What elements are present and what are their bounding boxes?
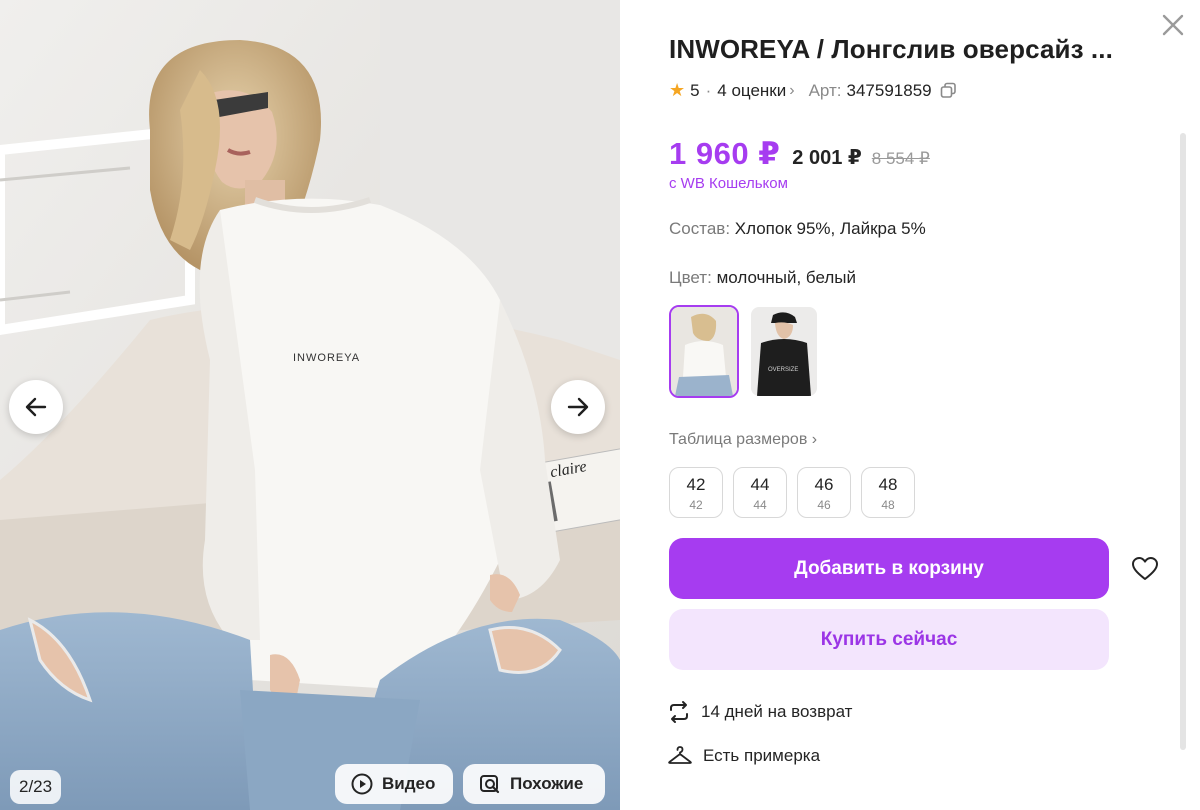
similar-search-icon (480, 775, 500, 794)
size-label: 44 (750, 475, 770, 494)
video-button[interactable]: Видео (335, 764, 453, 804)
play-icon (351, 773, 373, 795)
composition-row: Состав: Хлопок 95%, Лайкра 5% (669, 219, 926, 239)
swatch-black[interactable]: OVERSIZE (749, 305, 819, 398)
current-price: 2 001 ₽ (792, 147, 862, 169)
size-label: 48 (878, 475, 898, 494)
meta-separator: · (705, 80, 712, 100)
heart-icon[interactable] (1130, 554, 1160, 584)
wallet-price: 1 960 ₽ (669, 136, 781, 171)
hanger-icon (668, 746, 692, 764)
composition-label: Состав: (669, 219, 731, 238)
size-table-link[interactable]: Таблица размеров › (669, 431, 817, 449)
buy-now-button[interactable]: Купить сейчас (669, 609, 1109, 670)
article-label: Арт: (808, 80, 842, 100)
product-photo: Marie claire INWOREYA (0, 0, 620, 810)
reviews-link[interactable]: 4 оценки (717, 81, 786, 101)
fitting-info: Есть примерка (667, 744, 820, 768)
wallet-note[interactable]: с WB Кошельком (669, 175, 788, 192)
product-details-panel: INWOREYA / Лонгслив оверсайз ... ★ 5 · 4… (620, 0, 1200, 810)
chevron-right-icon: › (811, 431, 818, 448)
swatch-white[interactable] (669, 305, 739, 398)
similar-button-label: Похожие (510, 774, 584, 793)
size-alt-label: 42 (689, 498, 703, 512)
return-arrows-icon (670, 701, 688, 723)
product-quick-view-modal: Marie claire INWOREYA 2/23 Видео Похожие… (0, 0, 1200, 810)
swatch-print: OVERSIZE (768, 367, 798, 373)
size-label: 46 (814, 475, 834, 494)
composition-value: Хлопок 95%, Лайкра 5% (734, 219, 926, 238)
size-option[interactable]: 46 46 (797, 467, 851, 518)
old-price: 8 554 ₽ (871, 149, 930, 168)
size-alt-label: 44 (753, 498, 767, 512)
product-gallery[interactable]: Marie claire INWOREYA 2/23 Видео Похожие (0, 0, 620, 810)
size-option[interactable]: 42 42 (669, 467, 723, 518)
add-to-cart-button[interactable]: Добавить в корзину (669, 538, 1109, 599)
price-row: 1 960 ₽ 2 001 ₽ 8 554 ₽ (669, 136, 930, 172)
product-title[interactable]: INWOREYA / Лонгслив оверсайз ... (669, 34, 1149, 65)
fitting-text: Есть примерка (703, 746, 821, 765)
rating-value: 5 (690, 80, 700, 100)
color-value: молочный, белый (716, 268, 856, 287)
chevron-right-icon: › (789, 81, 795, 99)
size-alt-label: 48 (881, 498, 895, 512)
article-number: 347591859 (846, 80, 932, 100)
arrow-right-icon (567, 397, 589, 417)
video-button-label: Видео (382, 774, 436, 793)
next-photo-button[interactable] (551, 380, 605, 434)
prev-photo-button[interactable] (9, 380, 63, 434)
size-label: 42 (686, 475, 706, 494)
star-icon: ★ (669, 80, 686, 100)
details-scrollbar[interactable] (1180, 133, 1186, 750)
product-meta-row: ★ 5 · 4 оценки › Арт: 347591859 (669, 80, 957, 101)
size-option[interactable]: 48 48 (861, 467, 915, 518)
size-alt-label: 46 (817, 498, 831, 512)
size-option[interactable]: 44 44 (733, 467, 787, 518)
copy-icon[interactable] (940, 82, 957, 99)
returns-text: 14 дней на возврат (701, 702, 853, 721)
sweatshirt-print: INWOREYA (293, 352, 360, 364)
color-label: Цвет: (669, 268, 712, 287)
arrow-left-icon (25, 397, 47, 417)
similar-products-button[interactable]: Похожие (463, 764, 605, 804)
size-table-label: Таблица размеров (669, 431, 808, 448)
returns-info: 14 дней на возврат (667, 700, 852, 724)
color-swatches: OVERSIZE (669, 305, 819, 398)
photo-counter: 2/23 (10, 770, 62, 804)
color-row: Цвет: молочный, белый (669, 268, 856, 288)
close-icon[interactable] (1160, 12, 1186, 38)
size-selector: 42 42 44 44 46 46 48 48 (669, 467, 915, 518)
